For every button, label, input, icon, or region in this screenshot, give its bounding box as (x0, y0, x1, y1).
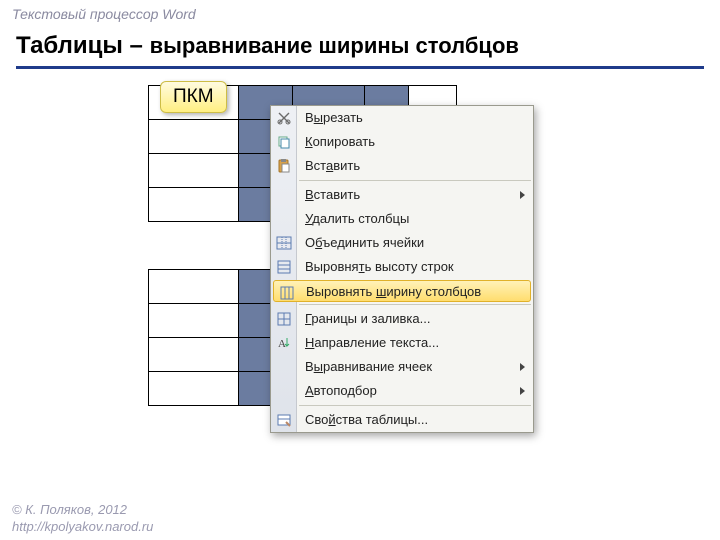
callout-rightclick: ПКМ (160, 81, 227, 113)
menu-table-properties[interactable]: Свойства таблицы... (271, 408, 533, 432)
slide-footer: © К. Поляков, 2012 http://kpolyakov.naro… (12, 502, 153, 536)
menu-label: Направление текста... (305, 335, 439, 350)
menu-insert[interactable]: Вставить (271, 183, 533, 207)
footer-line2: http://kpolyakov.narod.ru (12, 519, 153, 536)
menu-label: Копировать (305, 134, 375, 149)
menu-text-direction[interactable]: A Направление текста... (271, 331, 533, 355)
menu-label: Выравнивание ячеек (305, 359, 432, 374)
distribute-columns-icon (277, 283, 297, 303)
title-dash: – (123, 32, 150, 59)
title-part1: Таблицы (16, 32, 123, 59)
scissors-icon (274, 108, 294, 128)
menu-copy[interactable]: Копировать (271, 130, 533, 154)
menu-label: Выровнять высоту строк (305, 259, 454, 274)
menu-cut[interactable]: Вырезать (271, 106, 533, 130)
menu-distribute-columns[interactable]: Выровнять ширину столбцов (273, 280, 531, 302)
borders-icon (274, 309, 294, 329)
doc-subtitle: Текстовый процессор Word (0, 0, 720, 24)
footer-line1: © К. Поляков, 2012 (12, 502, 153, 519)
menu-autofit[interactable]: Автоподбор (271, 379, 533, 403)
paste-icon (274, 156, 294, 176)
menu-label: Границы и заливка... (305, 311, 430, 326)
menu-label: Выровнять ширину столбцов (306, 284, 481, 299)
menu-merge-cells[interactable]: Объединить ячейки (271, 231, 533, 255)
merge-cells-icon (274, 233, 294, 253)
table-properties-icon (274, 410, 294, 430)
slide-title: Таблицы – выравнивание ширины столбцов (0, 24, 720, 62)
slide-canvas: ПКМ Вырезать Копировать Вставить Вставит… (0, 69, 720, 489)
menu-cell-alignment[interactable]: Выравнивание ячеек (271, 355, 533, 379)
menu-label: Вставить (305, 158, 360, 173)
distribute-rows-icon (274, 257, 294, 277)
menu-distribute-rows[interactable]: Выровнять высоту строк (271, 255, 533, 279)
menu-label: Свойства таблицы... (305, 412, 428, 427)
menu-separator (299, 304, 531, 305)
title-part2: выравнивание ширины столбцов (150, 33, 519, 58)
menu-label: Автоподбор (305, 383, 377, 398)
menu-label: Вырезать (305, 110, 363, 125)
menu-label: Объединить ячейки (305, 235, 424, 250)
menu-label: Вставить (305, 187, 360, 202)
menu-paste[interactable]: Вставить (271, 154, 533, 178)
copy-icon (274, 132, 294, 152)
text-direction-icon: A (274, 333, 294, 353)
menu-label: Удалить столбцы (305, 211, 409, 226)
menu-borders-shading[interactable]: Границы и заливка... (271, 307, 533, 331)
menu-delete-columns[interactable]: Удалить столбцы (271, 207, 533, 231)
svg-text:A: A (278, 338, 286, 350)
menu-separator (299, 180, 531, 181)
context-menu: Вырезать Копировать Вставить Вставить Уд… (270, 105, 534, 433)
menu-separator (299, 405, 531, 406)
